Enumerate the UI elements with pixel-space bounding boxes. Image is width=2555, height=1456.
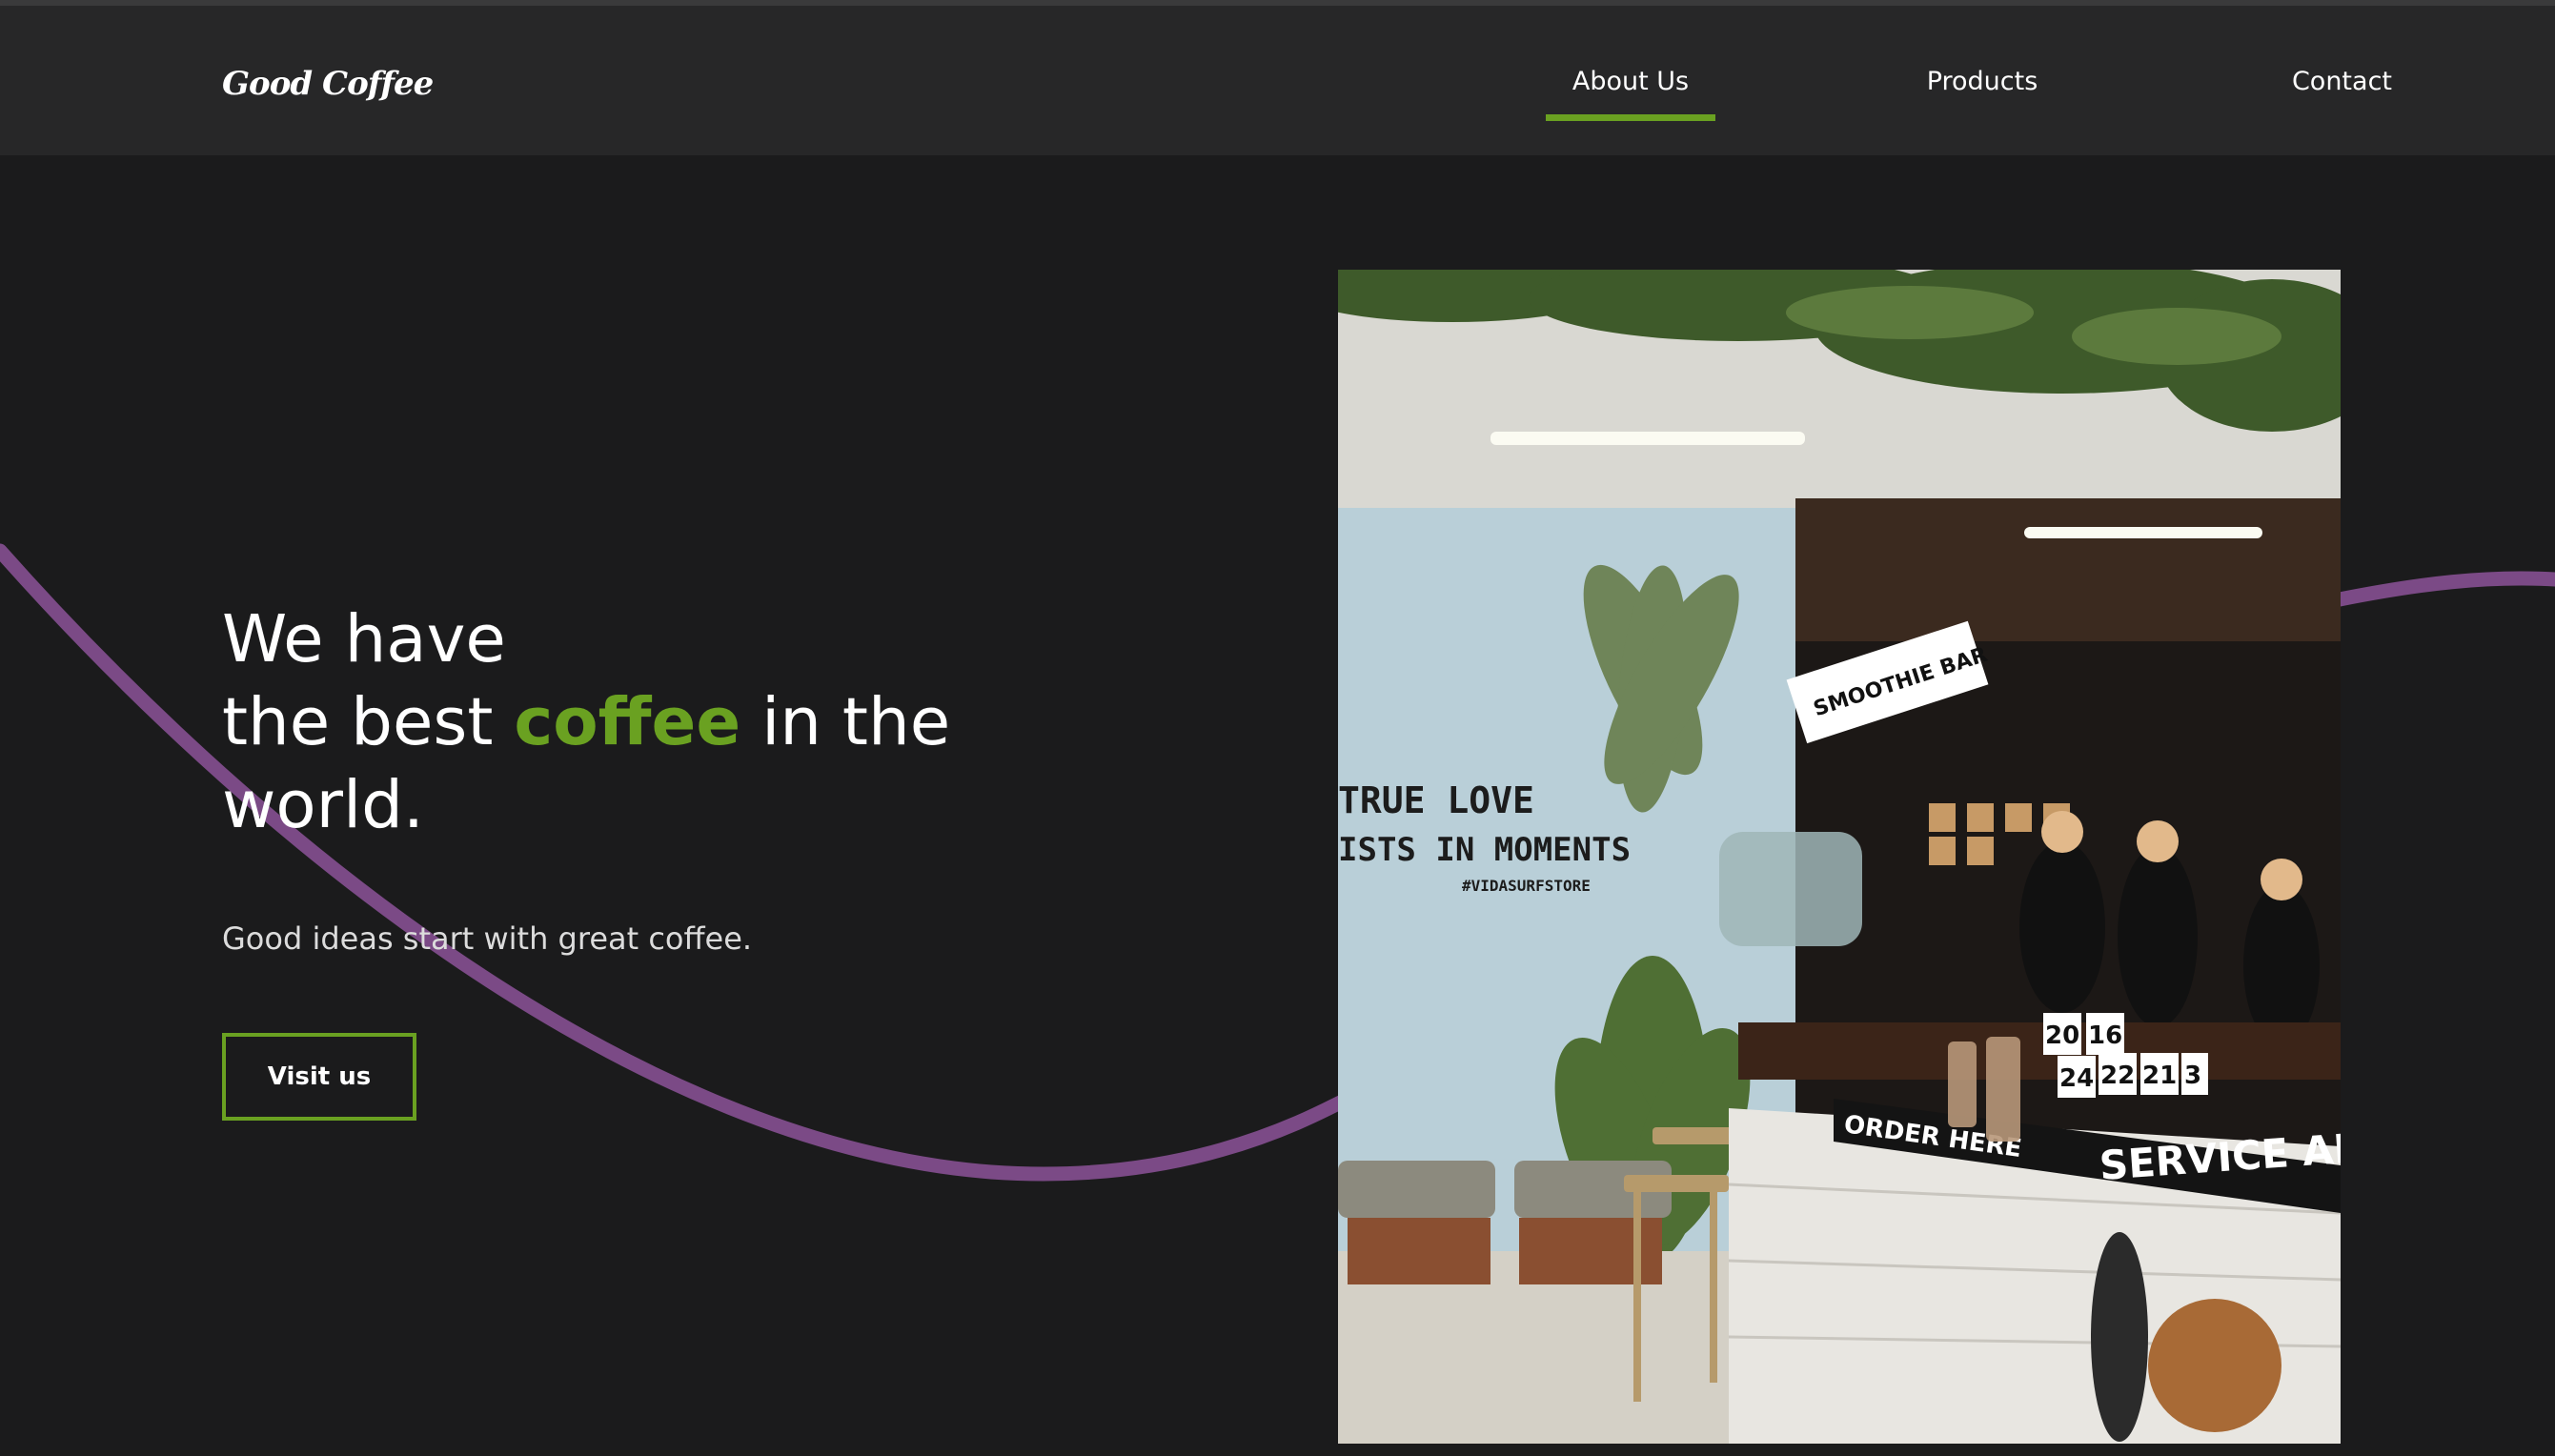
number-card: 20 bbox=[2045, 1021, 2079, 1050]
hero-title-line3: world. bbox=[222, 767, 424, 843]
hero-title-line1: We have bbox=[222, 601, 506, 677]
wall-text-line1: TRUE LOVE bbox=[1338, 779, 1534, 821]
visit-us-button[interactable]: Visit us bbox=[222, 1033, 416, 1121]
cafe-illustration: TRUE LOVE ISTS IN MOMENTS #VIDASURFSTORE… bbox=[1338, 270, 2341, 1444]
hero-title-pre: the best bbox=[222, 684, 515, 760]
wall-text-tag: #VIDASURFSTORE bbox=[1462, 877, 1591, 895]
hero-title: We have the best coffee in the world. bbox=[222, 598, 1080, 847]
hero-subtitle: Good ideas start with great coffee. bbox=[222, 920, 753, 957]
number-card: 16 bbox=[2088, 1021, 2122, 1050]
hero-title-post: in the bbox=[740, 684, 951, 760]
number-card: 22 bbox=[2100, 1062, 2135, 1090]
number-card: 3 bbox=[2184, 1062, 2201, 1090]
number-card: 24 bbox=[2059, 1064, 2094, 1093]
hero-title-accent: coffee bbox=[514, 684, 741, 760]
number-card: 21 bbox=[2142, 1062, 2177, 1090]
cafe-photo: TRUE LOVE ISTS IN MOMENTS #VIDASURFSTORE… bbox=[1338, 270, 2341, 1444]
wall-text-line2: ISTS IN MOMENTS bbox=[1338, 831, 1631, 869]
